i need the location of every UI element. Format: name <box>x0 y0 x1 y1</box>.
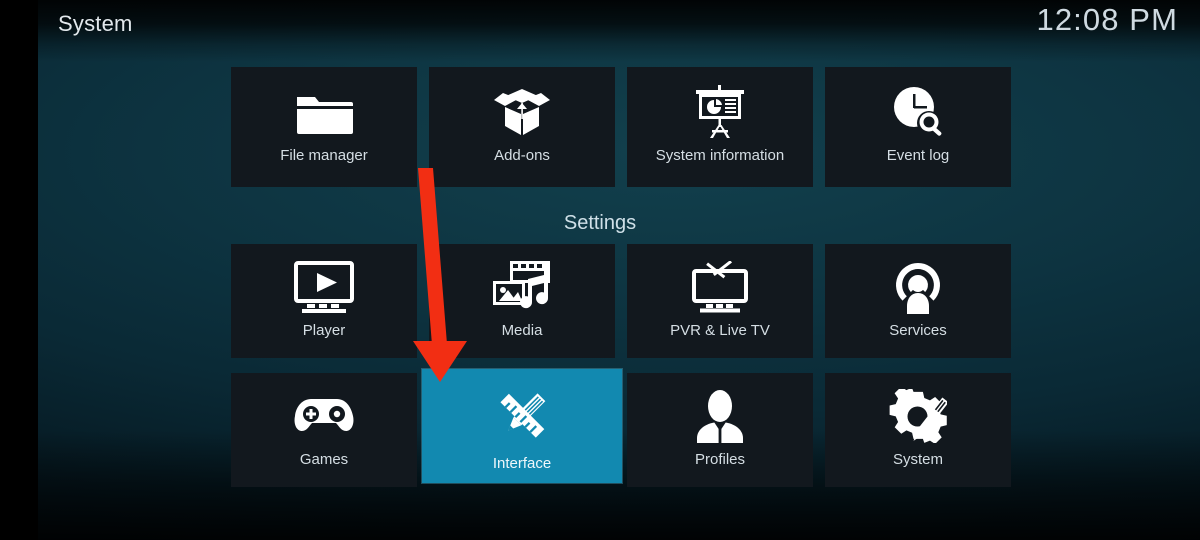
tile-label: Services <box>889 322 947 339</box>
tile-label: Player <box>302 322 346 339</box>
tile-label: Add-ons <box>494 147 550 164</box>
tile-label: Interface <box>492 455 552 472</box>
letterbox-bar-left <box>0 0 38 540</box>
person-bust-icon <box>692 387 748 445</box>
tile-label: PVR & Live TV <box>670 322 770 339</box>
tile-system-information[interactable]: System information <box>627 67 813 187</box>
tile-profiles[interactable]: Profiles <box>627 373 813 487</box>
open-box-icon <box>493 83 551 141</box>
page-title: System <box>58 11 133 36</box>
tile-label: Event log <box>886 147 950 164</box>
kodi-system-settings-screen: System 12:08 PM Settings File manager Ad… <box>0 0 1200 540</box>
tile-label: Games <box>299 451 349 468</box>
tile-system[interactable]: System <box>825 373 1011 487</box>
folder-icon <box>295 83 353 141</box>
broadcast-person-icon <box>890 258 946 316</box>
tile-pvr-live-tv[interactable]: PVR & Live TV <box>627 244 813 358</box>
tile-media[interactable]: Media <box>429 244 615 358</box>
tv-antenna-icon <box>690 258 750 316</box>
tile-label: Media <box>501 322 543 339</box>
tile-interface[interactable]: Interface <box>422 369 622 483</box>
tile-player[interactable]: Player <box>231 244 417 358</box>
tile-label: File manager <box>280 147 368 164</box>
clock: 12:08 PM <box>1036 2 1178 37</box>
tile-games[interactable]: Games <box>231 373 417 487</box>
tile-label: Profiles <box>694 451 746 468</box>
presentation-board-icon <box>692 83 748 141</box>
tile-file-manager[interactable]: File manager <box>231 67 417 187</box>
gamepad-icon <box>294 387 354 445</box>
settings-section-label: Settings <box>563 212 637 234</box>
tile-services[interactable]: Services <box>825 244 1011 358</box>
pencil-ruler-icon <box>492 387 552 445</box>
tile-label: System information <box>655 147 785 164</box>
gear-wrench-icon <box>889 387 947 445</box>
top-bar: System 12:08 PM <box>0 0 1200 56</box>
tile-label: System <box>892 451 943 468</box>
tile-add-ons[interactable]: Add-ons <box>429 67 615 187</box>
film-photo-music-icon <box>492 258 552 316</box>
monitor-play-icon <box>294 258 354 316</box>
clock-search-icon <box>890 83 946 141</box>
tile-event-log[interactable]: Event log <box>825 67 1011 187</box>
